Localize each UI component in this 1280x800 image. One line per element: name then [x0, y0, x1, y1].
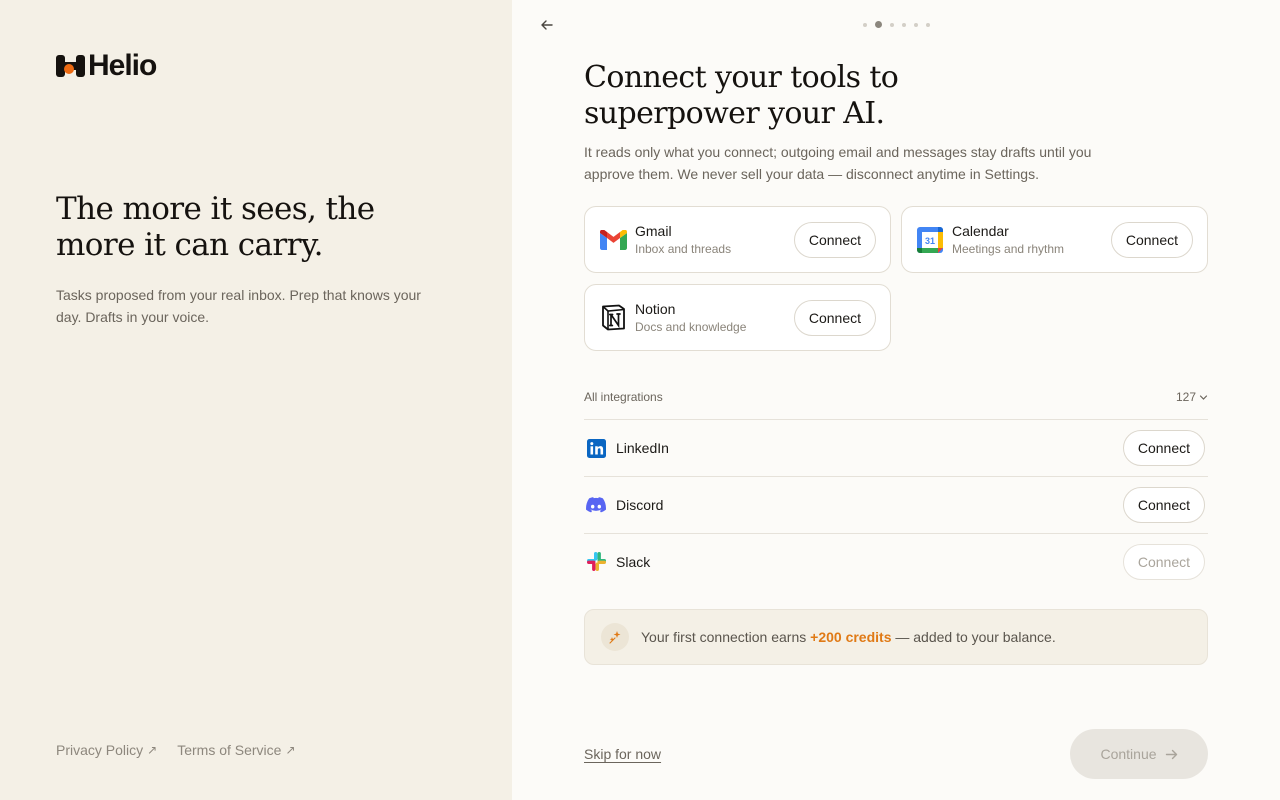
integration-card-gmail: Gmail Inbox and threads Connect: [584, 206, 891, 273]
integration-description: Meetings and rhythm: [952, 242, 1065, 256]
all-integrations-header: All integrations 127: [584, 390, 1208, 404]
terms-of-service-link[interactable]: Terms of Service ↗: [177, 742, 295, 758]
integration-name: Discord: [616, 497, 664, 513]
step-indicator: [863, 21, 930, 28]
continue-button[interactable]: Continue: [1070, 729, 1208, 779]
continue-label: Continue: [1100, 746, 1157, 762]
list-item: Discord Connect: [584, 476, 1208, 533]
external-link-icon: ↗: [147, 743, 158, 757]
hero-headline: The more it sees, the more it can carry.: [56, 191, 375, 263]
right-panel: Connect your tools to superpower your AI…: [512, 0, 1280, 800]
brand-logo: Helio: [56, 49, 157, 82]
arrow-right-icon: [1165, 749, 1177, 759]
step-dot: [890, 22, 894, 27]
connect-linkedin-button[interactable]: Connect: [1122, 430, 1205, 466]
integration-name: LinkedIn: [616, 440, 669, 456]
credits-amount: +200 credits: [810, 629, 892, 645]
connect-gmail-button[interactable]: Connect: [793, 221, 876, 258]
arrow-left-icon: [541, 20, 553, 30]
credits-suffix: — added to your balance.: [895, 629, 1056, 645]
calendar-day-label: 31: [925, 236, 935, 246]
integrations-count-toggle[interactable]: 127: [1176, 390, 1208, 404]
step-dot: [863, 22, 867, 27]
terms-of-service-label: Terms of Service: [177, 742, 282, 758]
integration-card-notion: Notion Docs and knowledge Connect: [584, 284, 891, 351]
hero-description: Tasks proposed from your real inbox. Pre…: [56, 287, 421, 325]
integration-name: Gmail: [635, 223, 672, 239]
connect-discord-button[interactable]: Connect: [1122, 487, 1205, 523]
left-panel: Helio The more it sees, the more it can …: [0, 0, 512, 800]
page-subtitle: It reads only what you connect; outgoing…: [584, 144, 1092, 182]
brand-name: Helio: [88, 49, 157, 82]
step-dot: [926, 22, 930, 27]
integration-name: Calendar: [952, 223, 1009, 239]
skip-link[interactable]: Skip for now: [584, 746, 661, 762]
chevron-down-icon: [1199, 394, 1208, 400]
connect-calendar-button[interactable]: Connect: [1110, 221, 1193, 258]
slack-icon: [584, 550, 608, 574]
privacy-policy-label: Privacy Policy: [56, 742, 144, 758]
credits-prefix: Your first connection earns: [641, 629, 807, 645]
integrations-count: 127: [1175, 390, 1196, 404]
integration-name: Slack: [616, 553, 651, 570]
step-dot: [902, 22, 906, 27]
sparkle-icon: [601, 623, 629, 651]
connect-notion-button[interactable]: Connect: [793, 299, 876, 336]
page-title: Connect your tools to superpower your AI…: [584, 60, 899, 131]
integrations-list: LinkedIn Connect Discord Connect Slack C…: [584, 419, 1208, 589]
linkedin-icon: [584, 436, 608, 460]
integration-description: Docs and knowledge: [635, 320, 747, 334]
footer-links: Privacy Policy ↗ Terms of Service ↗: [56, 742, 296, 758]
discord-icon: [584, 493, 608, 517]
calendar-icon: 31: [916, 226, 944, 254]
credits-banner: Your first connection earns +200 credits…: [584, 609, 1208, 665]
external-link-icon: ↗: [285, 743, 296, 757]
connect-slack-button[interactable]: Connect: [1122, 543, 1205, 580]
gmail-icon: [599, 226, 627, 254]
privacy-policy-link[interactable]: Privacy Policy ↗: [56, 742, 157, 758]
step-dot: [914, 22, 918, 27]
credits-message: Your first connection earns +200 credits…: [641, 629, 1056, 645]
list-item: LinkedIn Connect: [584, 419, 1208, 476]
list-item: Slack Connect: [584, 533, 1208, 589]
integration-description: Inbox and threads: [635, 242, 732, 256]
helio-logo-icon: [56, 55, 85, 77]
all-integrations-label: All integrations: [584, 390, 663, 404]
back-button[interactable]: [536, 14, 558, 36]
notion-icon: [599, 304, 627, 332]
step-dot-current: [875, 21, 882, 28]
integration-card-calendar: 31 Calendar Meetings and rhythm Connect: [901, 206, 1208, 273]
integration-name: Notion: [635, 301, 676, 317]
